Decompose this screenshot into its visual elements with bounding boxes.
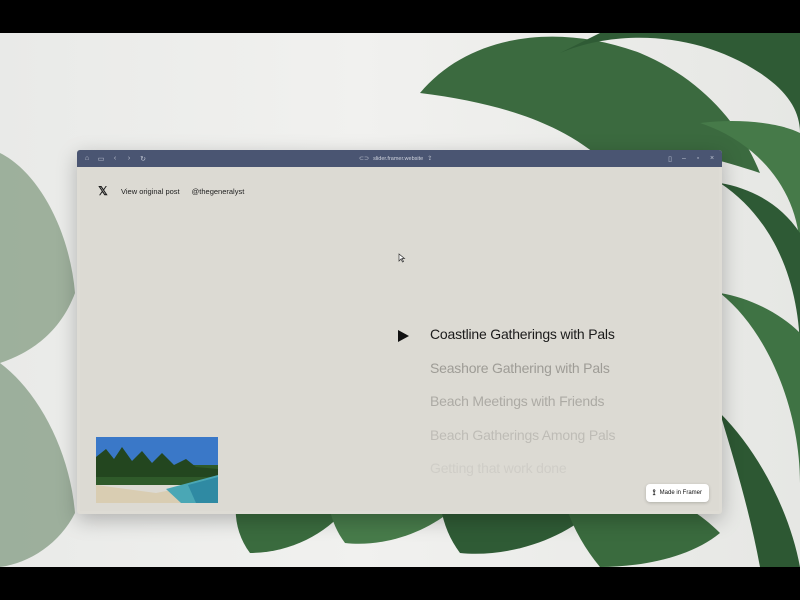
x-logo-icon[interactable]: 𝕏 bbox=[97, 184, 109, 198]
url-lock-icon: ⊂⊃ bbox=[359, 156, 370, 162]
back-icon[interactable]: ‹ bbox=[108, 150, 122, 167]
play-icon[interactable] bbox=[398, 330, 409, 342]
home-icon[interactable]: ⌂ bbox=[80, 150, 94, 167]
reload-icon[interactable]: ↻ bbox=[136, 150, 150, 167]
slider-title[interactable]: Seashore Gathering with Pals bbox=[430, 361, 615, 395]
badge-label: Made in Framer bbox=[659, 490, 702, 496]
slider-title-list: Coastline Gatherings with Pals Seashore … bbox=[430, 327, 615, 495]
mouse-cursor-icon bbox=[398, 253, 406, 263]
framer-logo-icon: ⟟ bbox=[652, 488, 656, 497]
minimize-icon[interactable]: – bbox=[677, 150, 691, 167]
browser-titlebar: ⌂ ▭ ‹ › ↻ ⊂⊃ slider.framer.website ⇪ ▯ –… bbox=[77, 150, 722, 167]
page-header: 𝕏 View original post @thegeneralyst bbox=[97, 184, 244, 198]
maximize-icon[interactable]: ▫ bbox=[691, 150, 705, 167]
desktop-background: ⌂ ▭ ‹ › ↻ ⊂⊃ slider.framer.website ⇪ ▯ –… bbox=[0, 33, 800, 567]
extension-icon[interactable]: ▯ bbox=[663, 150, 677, 167]
slider-title[interactable]: Beach Gatherings Among Pals bbox=[430, 428, 615, 462]
address-bar[interactable]: ⊂⊃ slider.framer.website ⇪ bbox=[359, 150, 432, 167]
slider-title[interactable]: Getting that work done bbox=[430, 461, 615, 495]
close-icon[interactable]: × bbox=[705, 150, 719, 167]
made-in-framer-badge[interactable]: ⟟ Made in Framer bbox=[645, 484, 709, 502]
page-content: 𝕏 View original post @thegeneralyst Coas… bbox=[80, 167, 719, 511]
forward-icon[interactable]: › bbox=[122, 150, 136, 167]
slider-title[interactable]: Beach Meetings with Friends bbox=[430, 394, 615, 428]
view-original-link[interactable]: View original post bbox=[121, 187, 180, 196]
sidebar-icon[interactable]: ▭ bbox=[94, 150, 108, 167]
author-handle-link[interactable]: @thegeneralyst bbox=[192, 187, 245, 196]
slider-title-active[interactable]: Coastline Gatherings with Pals bbox=[430, 327, 615, 361]
share-icon[interactable]: ⇪ bbox=[427, 155, 432, 162]
beach-thumbnail-image bbox=[96, 437, 218, 503]
browser-window: ⌂ ▭ ‹ › ↻ ⊂⊃ slider.framer.website ⇪ ▯ –… bbox=[77, 150, 722, 514]
url-text: slider.framer.website bbox=[373, 155, 424, 162]
